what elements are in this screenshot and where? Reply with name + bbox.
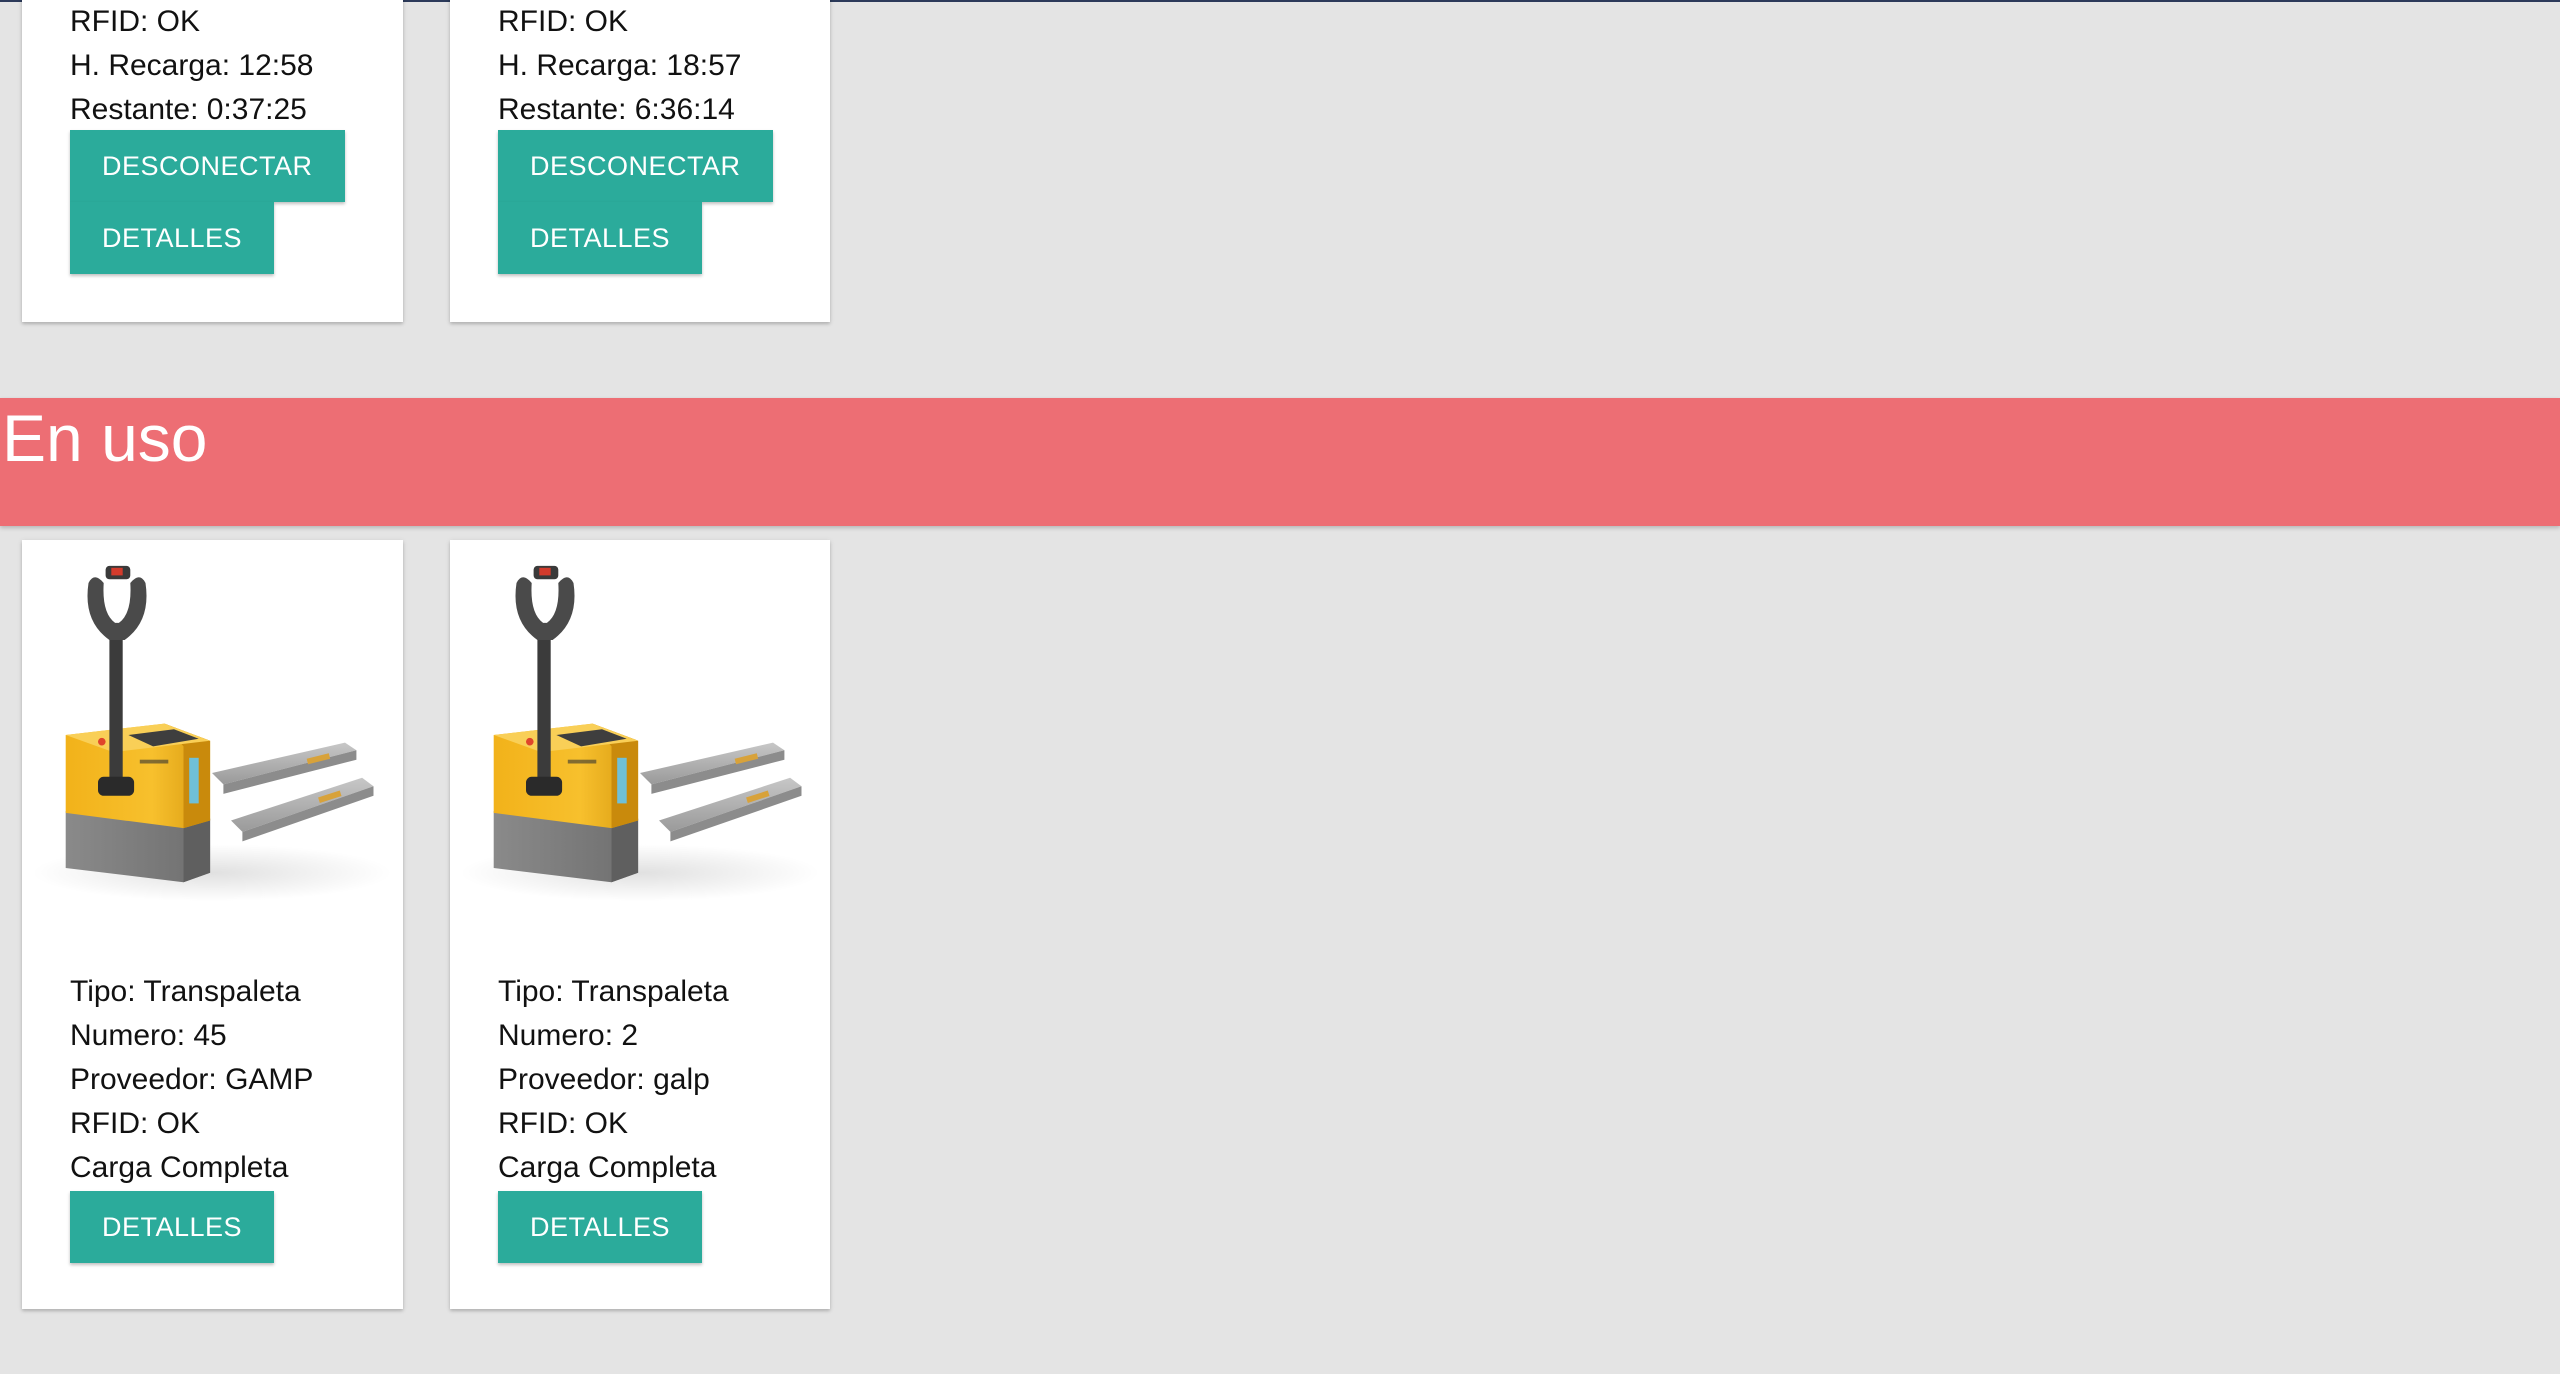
charge-status: Carga Completa — [498, 1151, 717, 1184]
vehicle-card: Tipo: Transpaleta Numero: 45 Proveedor: … — [22, 540, 403, 1309]
disconnect-button[interactable]: DESCONECTAR — [70, 130, 345, 202]
charging-card: RFID: OK H. Recarga: 12:58 Restante: 0:3… — [22, 0, 403, 322]
details-button[interactable]: DETALLES — [498, 202, 703, 274]
rfid-status: RFID: OK — [70, 5, 201, 38]
remaining-time: Restante: 6:36:14 — [498, 93, 735, 126]
vehicle-type: Tipo: Transpaleta — [498, 975, 729, 1008]
charge-status: Carga Completa — [70, 1151, 289, 1184]
vehicle-card: Tipo: Transpaleta Numero: 2 Proveedor: g… — [450, 540, 830, 1309]
rfid-status: RFID: OK — [70, 1107, 201, 1140]
in-use-section-banner — [0, 398, 2560, 526]
vehicle-provider: Proveedor: galp — [498, 1063, 710, 1096]
disconnect-button[interactable]: DESCONECTAR — [498, 130, 773, 202]
charging-card: RFID: OK H. Recarga: 18:57 Restante: 6:3… — [450, 0, 830, 322]
section-title: En uso — [2, 401, 208, 475]
vehicle-number: Numero: 2 — [498, 1019, 639, 1052]
vehicle-type: Tipo: Transpaleta — [70, 975, 301, 1008]
recharge-time: H. Recarga: 18:57 — [498, 49, 742, 82]
rfid-status: RFID: OK — [498, 5, 629, 38]
vehicle-provider: Proveedor: GAMP — [70, 1063, 314, 1096]
details-button[interactable]: DETALLES — [498, 1191, 703, 1263]
electric-pallet-truck-image — [459, 565, 821, 902]
remaining-time: Restante: 0:37:25 — [70, 93, 307, 126]
recharge-time: H. Recarga: 12:58 — [70, 49, 314, 82]
electric-pallet-truck-image — [31, 565, 393, 902]
rfid-status: RFID: OK — [498, 1107, 629, 1140]
details-button[interactable]: DETALLES — [70, 202, 275, 274]
vehicle-number: Numero: 45 — [70, 1019, 227, 1052]
details-button[interactable]: DETALLES — [70, 1191, 275, 1263]
